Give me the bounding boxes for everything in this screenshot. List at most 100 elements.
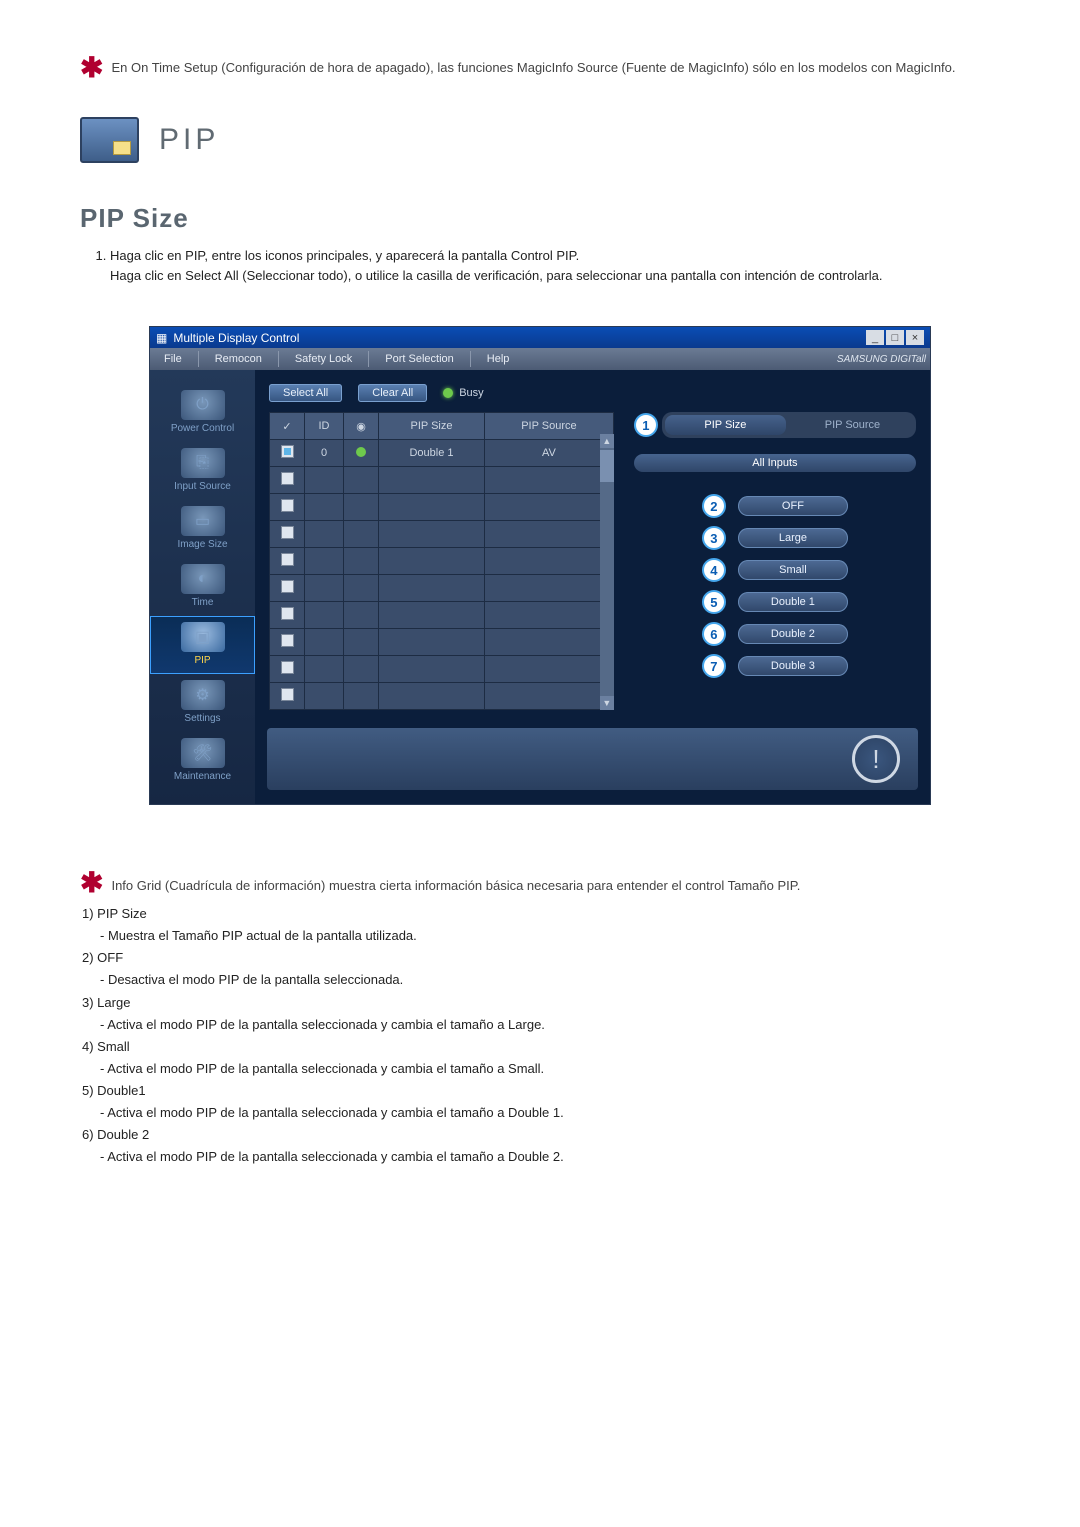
row-checkbox[interactable] xyxy=(270,656,305,683)
section-title: PIP Size xyxy=(80,203,1000,234)
table-row[interactable] xyxy=(270,602,614,629)
grid-header-status: ◉ xyxy=(344,413,379,440)
callout-2: 2 xyxy=(702,494,726,518)
button-small[interactable]: Small xyxy=(738,560,848,580)
button-double3[interactable]: Double 3 xyxy=(738,656,848,676)
tab-pip-size[interactable]: PIP Size xyxy=(665,415,786,435)
legend-item-5: 5) Double1 - Activa el modo PIP de la pa… xyxy=(82,1080,1000,1124)
sidebar-item-power-control[interactable]: ⏻ Power Control xyxy=(150,384,255,442)
row-status-icon xyxy=(344,440,379,467)
settings-icon: ⚙ xyxy=(181,680,225,710)
select-all-button[interactable]: Select All xyxy=(269,384,342,402)
info-grid: ✓ ID ◉ PIP Size PIP Source 0 Double 1 AV xyxy=(269,412,614,710)
legend-item-6: 6) Double 2 - Activa el modo PIP de la p… xyxy=(82,1124,1000,1168)
grid-header-check[interactable]: ✓ xyxy=(270,413,305,440)
callout-5: 5 xyxy=(702,590,726,614)
table-row[interactable] xyxy=(270,494,614,521)
legend-intro: Info Grid (Cuadrícula de información) mu… xyxy=(111,875,800,897)
legend-item-2: 2) OFF - Desactiva el modo PIP de la pan… xyxy=(82,947,1000,991)
row-checkbox[interactable] xyxy=(270,440,305,467)
maintenance-icon: 🛠 xyxy=(181,738,225,768)
sidebar-item-settings[interactable]: ⚙ Settings xyxy=(150,674,255,732)
minimize-button[interactable]: _ xyxy=(866,330,884,345)
window-controls: _ □ × xyxy=(866,330,924,345)
image-size-icon: ▭ xyxy=(181,506,225,536)
pip-sidebar-icon: ▣ xyxy=(181,622,225,652)
legend-item-3: 3) Large - Activa el modo PIP de la pant… xyxy=(82,992,1000,1036)
brand-label: SAMSUNG DIGITall xyxy=(837,354,926,365)
asterisk-icon: ✱ xyxy=(80,60,103,77)
row-checkbox[interactable] xyxy=(270,602,305,629)
row-checkbox[interactable] xyxy=(270,521,305,548)
asterisk-icon: ✱ xyxy=(80,875,103,892)
main-panel: Select All Clear All Busy ✓ ID ◉ PIP Siz… xyxy=(255,370,930,804)
steps-list: Haga clic en PIP, entre los iconos princ… xyxy=(80,246,1000,286)
scroll-up-icon[interactable]: ▲ xyxy=(600,434,614,448)
status-bar: ! xyxy=(267,728,918,790)
row-checkbox[interactable] xyxy=(270,683,305,710)
top-note: ✱ En On Time Setup (Configuración de hor… xyxy=(80,60,1000,77)
busy-indicator: Busy xyxy=(443,387,483,399)
all-inputs-label: All Inputs xyxy=(634,454,916,472)
callout-1: 1 xyxy=(634,413,658,437)
menu-safety-lock[interactable]: Safety Lock xyxy=(285,351,362,367)
table-row[interactable] xyxy=(270,629,614,656)
tab-pip-source[interactable]: PIP Source xyxy=(792,415,913,435)
pip-size-buttons: 2 OFF 3 Large 4 Small 5 xyxy=(634,494,916,678)
scroll-down-icon[interactable]: ▼ xyxy=(600,696,614,710)
sidebar-item-image-size[interactable]: ▭ Image Size xyxy=(150,500,255,558)
sidebar-item-pip[interactable]: ▣ PIP xyxy=(150,616,255,674)
maximize-button[interactable]: □ xyxy=(886,330,904,345)
callout-6: 6 xyxy=(702,622,726,646)
grid-header-id: ID xyxy=(305,413,344,440)
row-checkbox[interactable] xyxy=(270,575,305,602)
row-checkbox[interactable] xyxy=(270,467,305,494)
menu-help[interactable]: Help xyxy=(477,351,520,367)
row-checkbox[interactable] xyxy=(270,494,305,521)
app-window: ▦ Multiple Display Control _ □ × File Re… xyxy=(149,326,931,805)
warning-icon: ! xyxy=(852,735,900,783)
legend: ✱ Info Grid (Cuadrícula de información) … xyxy=(80,875,1000,1168)
table-row[interactable] xyxy=(270,575,614,602)
menu-file[interactable]: File xyxy=(154,351,192,367)
menu-remocon[interactable]: Remocon xyxy=(205,351,272,367)
callout-7: 7 xyxy=(702,654,726,678)
step-1: Haga clic en PIP, entre los iconos princ… xyxy=(110,246,1000,286)
sidebar-item-input-source[interactable]: ⎘ Input Source xyxy=(150,442,255,500)
table-row[interactable] xyxy=(270,467,614,494)
button-double2[interactable]: Double 2 xyxy=(738,624,848,644)
toolbar: Select All Clear All Busy xyxy=(255,370,930,412)
button-off[interactable]: OFF xyxy=(738,496,848,516)
busy-dot-icon xyxy=(443,388,453,398)
clear-all-button[interactable]: Clear All xyxy=(358,384,427,402)
table-row[interactable] xyxy=(270,656,614,683)
row-id: 0 xyxy=(305,440,344,467)
grid-scrollbar[interactable]: ▲ ▼ xyxy=(600,434,614,710)
grid-header-pipsize: PIP Size xyxy=(379,413,485,440)
row-checkbox[interactable] xyxy=(270,629,305,656)
table-row[interactable] xyxy=(270,548,614,575)
button-large[interactable]: Large xyxy=(738,528,848,548)
sidebar: ⏻ Power Control ⎘ Input Source ▭ Image S… xyxy=(150,370,255,804)
sidebar-item-maintenance[interactable]: 🛠 Maintenance xyxy=(150,732,255,790)
scroll-thumb[interactable] xyxy=(600,450,614,482)
table-row[interactable] xyxy=(270,683,614,710)
callout-4: 4 xyxy=(702,558,726,582)
input-source-icon: ⎘ xyxy=(181,448,225,478)
button-double1[interactable]: Double 1 xyxy=(738,592,848,612)
sidebar-item-time[interactable]: ◐ Time xyxy=(150,558,255,616)
titlebar: ▦ Multiple Display Control _ □ × xyxy=(150,327,930,348)
pip-title: PIP xyxy=(159,123,219,157)
close-button[interactable]: × xyxy=(906,330,924,345)
table-row[interactable]: 0 Double 1 AV xyxy=(270,440,614,467)
pip-tabs: PIP Size PIP Source xyxy=(662,412,916,438)
top-note-text: En On Time Setup (Configuración de hora … xyxy=(111,60,955,75)
row-pipsource: AV xyxy=(485,440,614,467)
app-title: Multiple Display Control xyxy=(173,331,299,345)
legend-item-1: 1) PIP Size - Muestra el Tamaño PIP actu… xyxy=(82,903,1000,947)
app-logo-icon: ▦ xyxy=(156,331,167,345)
table-row[interactable] xyxy=(270,521,614,548)
legend-item-4: 4) Small - Activa el modo PIP de la pant… xyxy=(82,1036,1000,1080)
menu-port-selection[interactable]: Port Selection xyxy=(375,351,463,367)
row-checkbox[interactable] xyxy=(270,548,305,575)
